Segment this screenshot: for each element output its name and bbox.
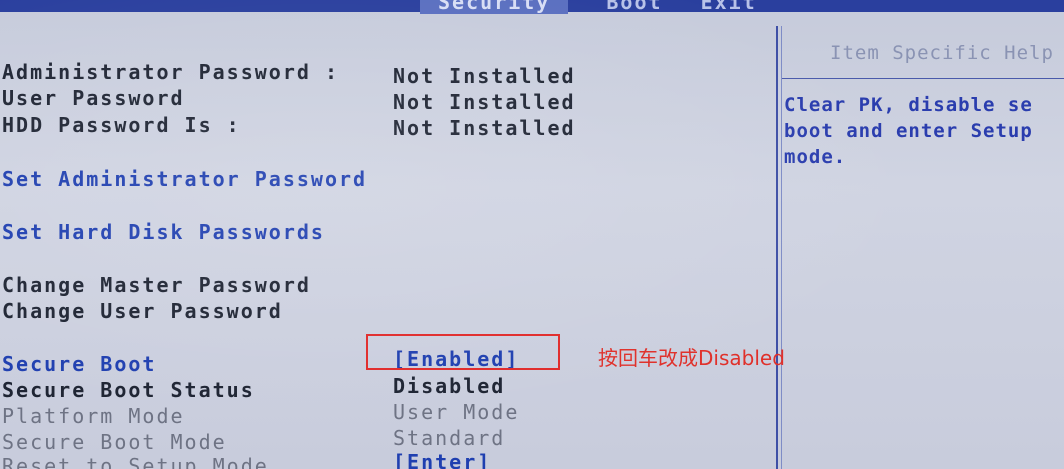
user-password-value: Not Installed [393, 90, 576, 114]
platform-mode-label: Platform Mode [2, 404, 185, 428]
admin-password-value: Not Installed [393, 64, 576, 88]
platform-mode-value: User Mode [393, 400, 520, 424]
hdd-password-label: HDD Password Is : [2, 113, 241, 137]
change-user-password-item[interactable]: Change User Password [2, 299, 283, 323]
reset-setup-mode-value[interactable]: [Enter] [393, 450, 491, 469]
help-line: mode. [784, 146, 847, 168]
help-panel-title: Item Specific Help [830, 42, 1054, 64]
panel-divider-inner [781, 26, 782, 469]
secure-boot-status-label: Secure Boot Status [2, 378, 255, 402]
help-line: Clear PK, disable se [784, 94, 1033, 116]
admin-password-label: Administrator Password : [2, 60, 339, 84]
secure-boot-label[interactable]: Secure Boot [2, 352, 156, 376]
tab-security[interactable]: Security [420, 0, 569, 14]
tab-exit[interactable]: Exit [701, 0, 757, 14]
bios-screen: Security Boot Exit Item Specific Help Cl… [0, 0, 1064, 469]
tab-boot[interactable]: Boot [606, 0, 662, 14]
help-title-divider [782, 78, 1064, 79]
user-password-label: User Password [2, 86, 185, 110]
set-hdd-passwords-item[interactable]: Set Hard Disk Passwords [2, 220, 325, 244]
menu-tabs: Security Boot Exit [420, 0, 757, 14]
annotation-text: 按回车改成Disabled [598, 346, 785, 370]
secure-boot-mode-label: Secure Boot Mode [2, 430, 227, 454]
change-master-password-item[interactable]: Change Master Password [2, 273, 311, 297]
help-line: boot and enter Setup [784, 120, 1033, 142]
set-admin-password-item[interactable]: Set Administrator Password [2, 167, 367, 191]
panel-divider [776, 26, 778, 469]
annotation-highlight-box [366, 334, 560, 370]
help-panel-text: Clear PK, disable se boot and enter Setu… [784, 92, 1064, 170]
secure-boot-mode-value: Standard [393, 426, 506, 450]
hdd-password-value: Not Installed [393, 116, 576, 140]
reset-setup-mode-label[interactable]: Reset to Setup Mode [2, 454, 269, 469]
secure-boot-status-value: Disabled [393, 374, 506, 398]
